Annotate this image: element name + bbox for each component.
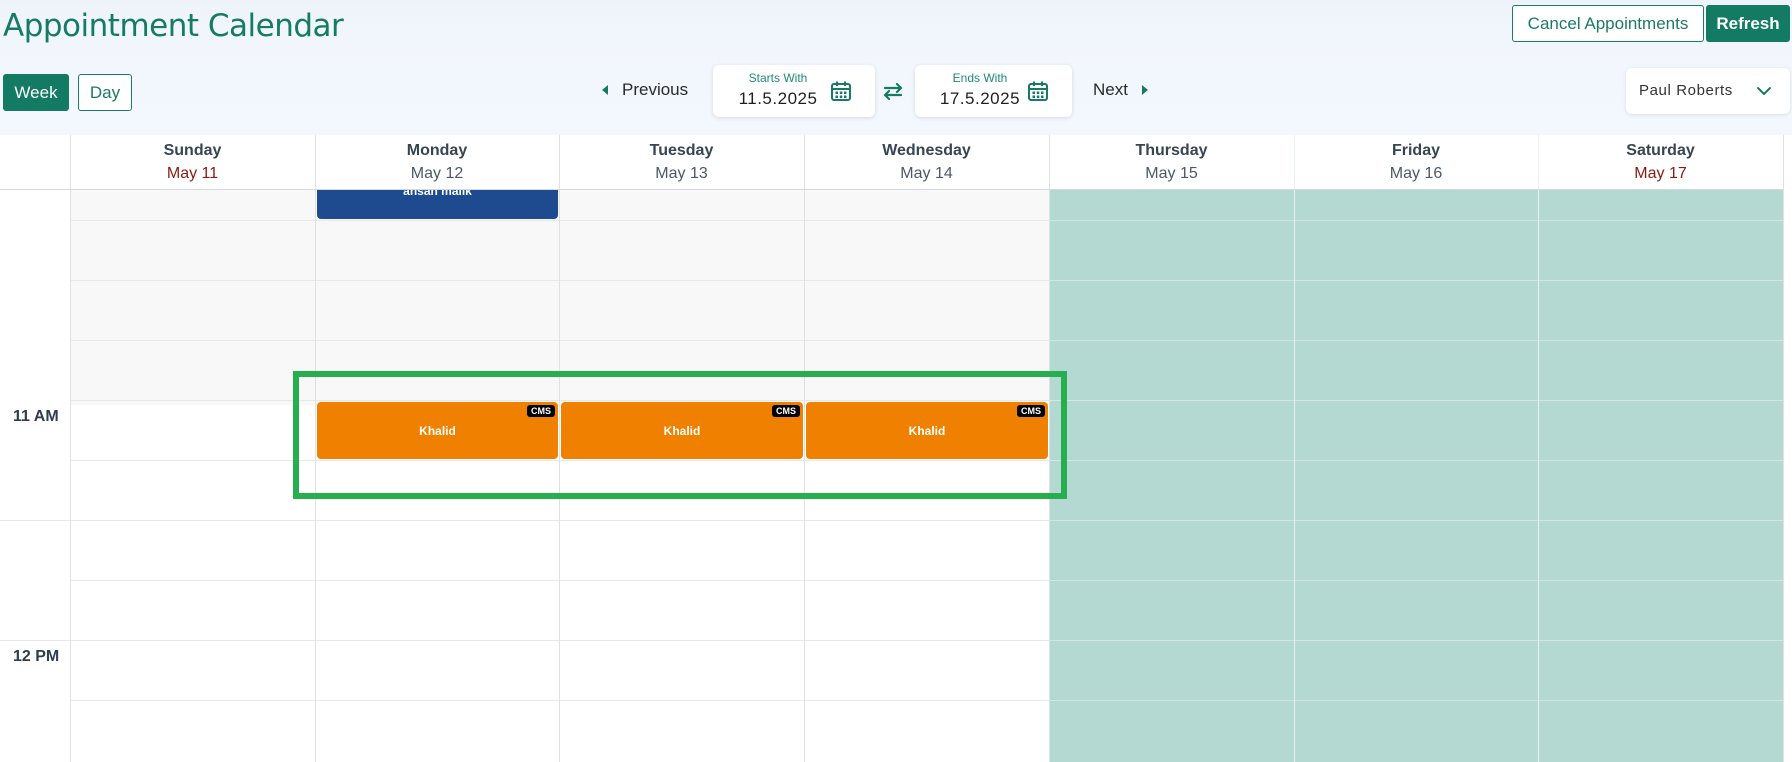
day-name: Sunday bbox=[163, 142, 222, 159]
end-date-label: Ends With bbox=[952, 71, 1008, 85]
day-name: Saturday bbox=[1626, 142, 1695, 159]
day-header-sunday[interactable]: Sunday May 11 bbox=[70, 135, 315, 189]
day-header-wednesday[interactable]: Wednesday May 14 bbox=[804, 135, 1049, 189]
week-view-button[interactable]: Week bbox=[3, 74, 69, 111]
cancel-appointments-button[interactable]: Cancel Appointments bbox=[1512, 5, 1704, 42]
start-date-value: 11.5.2025 bbox=[738, 89, 818, 108]
day-view-button[interactable]: Day bbox=[78, 74, 132, 111]
calendar-icon[interactable] bbox=[830, 80, 852, 102]
day-name: Friday bbox=[1391, 142, 1440, 159]
day-header-monday[interactable]: Monday May 12 bbox=[315, 135, 559, 189]
previous-label: Previous bbox=[622, 80, 689, 99]
appointment-name: ahsan malik bbox=[403, 190, 472, 198]
next-week-button[interactable]: Next bbox=[1093, 80, 1148, 100]
day-name: Wednesday bbox=[882, 142, 971, 159]
appointment-card[interactable]: ahsan malik bbox=[317, 190, 558, 219]
previous-week-button[interactable]: Previous bbox=[602, 80, 688, 100]
page-title: Appointment Calendar bbox=[3, 8, 344, 44]
day-date: May 17 bbox=[1634, 165, 1687, 182]
provider-selected-value: Paul Roberts bbox=[1639, 82, 1733, 99]
day-date: May 16 bbox=[1389, 165, 1443, 182]
caret-right-icon bbox=[1141, 85, 1148, 95]
start-date-picker[interactable]: Starts With 11.5.2025 bbox=[713, 65, 875, 117]
day-date: May 12 bbox=[410, 165, 464, 182]
time-label: 11 AM bbox=[13, 408, 59, 425]
day-header-thursday[interactable]: Thursday May 15 bbox=[1049, 135, 1294, 189]
caret-left-icon bbox=[602, 85, 608, 95]
calendar-icon[interactable] bbox=[1027, 80, 1049, 102]
chevron-down-icon bbox=[1757, 87, 1771, 95]
day-header-saturday[interactable]: Saturday May 17 bbox=[1538, 135, 1783, 189]
refresh-button[interactable]: Refresh bbox=[1706, 5, 1790, 42]
swap-arrows-icon[interactable] bbox=[882, 80, 904, 102]
time-label: 12 PM bbox=[13, 648, 60, 665]
day-column-sunday[interactable] bbox=[70, 190, 315, 762]
start-date-label: Starts With bbox=[748, 71, 808, 85]
day-date: May 14 bbox=[900, 165, 953, 182]
day-header-friday[interactable]: Friday May 16 bbox=[1294, 135, 1538, 189]
highlight-annotation-box bbox=[293, 371, 1067, 499]
time-gutter bbox=[0, 190, 70, 762]
provider-select[interactable]: Paul Roberts bbox=[1626, 68, 1790, 114]
unavailable-block bbox=[1049, 190, 1784, 762]
day-name: Monday bbox=[406, 142, 468, 159]
day-header-tuesday[interactable]: Tuesday May 13 bbox=[559, 135, 804, 189]
day-name: Thursday bbox=[1135, 142, 1208, 159]
end-date-value: 17.5.2025 bbox=[939, 89, 1021, 108]
day-date: May 15 bbox=[1145, 165, 1198, 182]
day-date: May 11 bbox=[166, 165, 219, 182]
end-date-picker[interactable]: Ends With 17.5.2025 bbox=[915, 65, 1072, 117]
day-name: Tuesday bbox=[649, 142, 714, 159]
day-date: May 13 bbox=[655, 165, 708, 182]
next-label: Next bbox=[1093, 80, 1128, 99]
